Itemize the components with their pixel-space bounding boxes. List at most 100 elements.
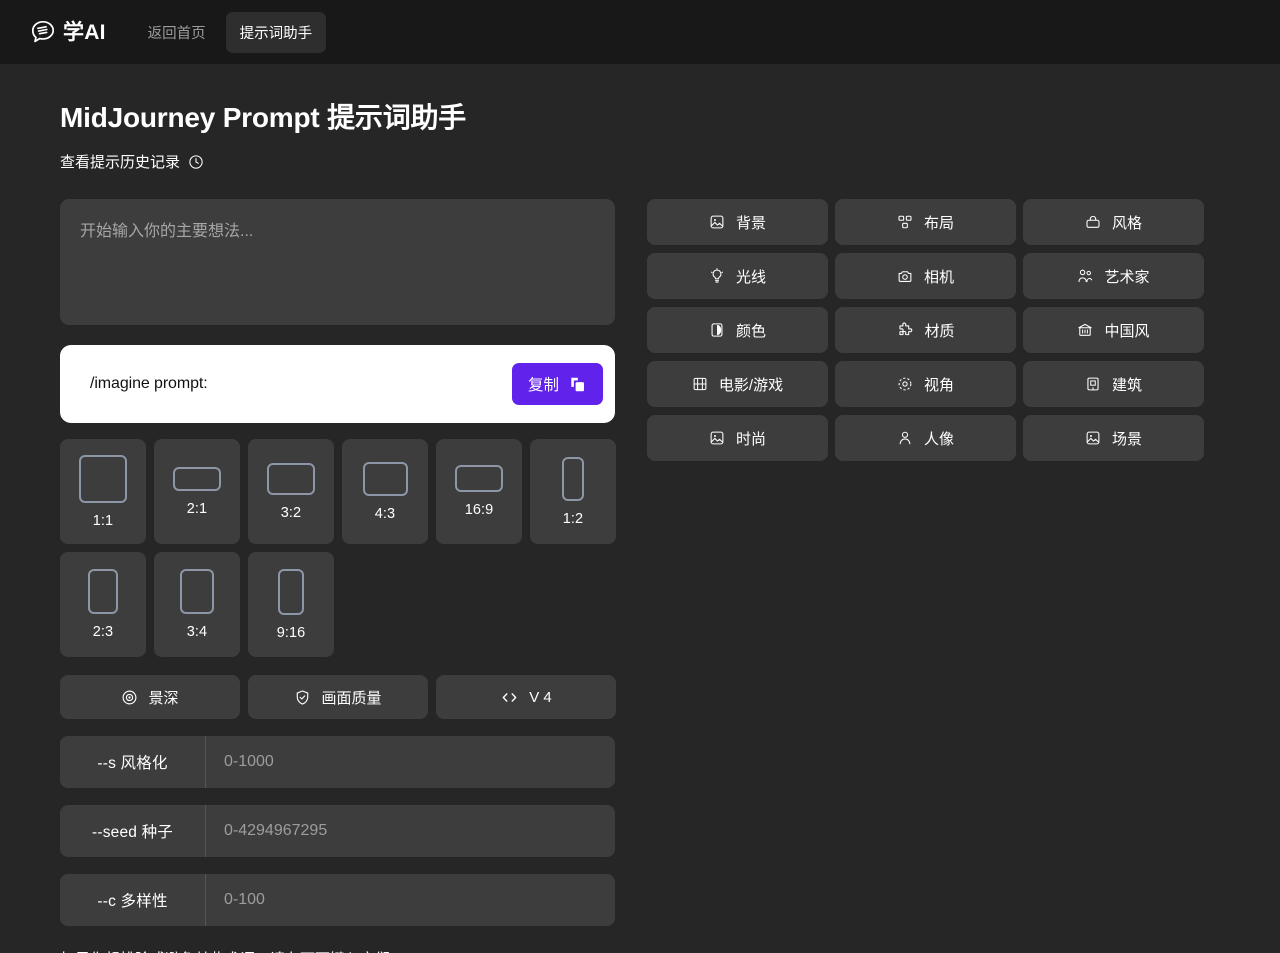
category-scene-button[interactable]: 场景 [1023,415,1204,461]
users-icon [1077,268,1093,284]
category-label: 艺术家 [1104,268,1150,286]
brand-logo-group[interactable]: 学AI [30,19,106,45]
ratio-label: 9:16 [276,624,306,641]
xueai-logo-icon [30,19,56,45]
ratio-label: 1:1 [92,512,114,529]
category-grid: 背景 布局 风格 光线 相机 艺术家 颜色 材质 中国风 电影/游戏 视角 建筑… [647,199,1204,461]
category-film-game-button[interactable]: 电影/游戏 [647,361,828,407]
bag-icon [1085,214,1101,230]
film-icon [692,376,708,392]
category-label: 材质 [924,322,955,340]
category-portrait-button[interactable]: 人像 [835,415,1016,461]
top-navbar: 学AI 返回首页 提示词助手 [0,0,1280,64]
option-label: V 4 [529,688,552,706]
category-label: 人像 [923,430,954,448]
category-texture-button[interactable]: 材质 [835,307,1016,353]
copy-icon [568,375,587,394]
param-input-chaos[interactable] [206,874,615,926]
ratio-option-1-1[interactable]: 1:1 [60,439,146,544]
ratio-option-2-1[interactable]: 2:1 [154,439,240,544]
image-icon [709,430,725,446]
ratio-label: 2:3 [92,624,114,640]
image-icon [1085,430,1101,446]
category-fashion-button[interactable]: 时尚 [647,415,828,461]
category-color-button[interactable]: 颜色 [647,307,828,353]
ratio-option-9-16[interactable]: 9:16 [248,552,334,657]
bank-icon [1077,322,1093,338]
category-lighting-button[interactable]: 光线 [647,253,828,299]
option-depth-of-field-button[interactable]: 景深 [60,675,240,719]
prompt-output-bar: /imagine prompt: 复制 [60,345,615,423]
prompt-prefix-text: /imagine prompt: [90,375,208,392]
param-label: --s 风格化 [60,736,206,788]
layout-icon [897,214,913,230]
code-icon [500,688,519,707]
category-background-button[interactable]: 背景 [647,199,828,245]
ratio-label: 4:3 [374,505,396,522]
param-field-seed: --seed 种子 [60,805,615,857]
category-label: 相机 [923,268,954,286]
ratio-option-4-3[interactable]: 4:3 [342,439,428,544]
left-column: /imagine prompt: 复制 1:1 [60,199,616,953]
ratio-option-3-4[interactable]: 3:4 [154,552,240,657]
clock-icon [188,154,204,170]
category-layout-button[interactable]: 布局 [835,199,1016,245]
page-title: MidJourney Prompt 提示词助手 [60,102,467,133]
option-quality-button[interactable]: 画面质量 [248,675,428,719]
category-label: 布局 [923,214,954,232]
param-field-chaos: --c 多样性 [60,874,615,926]
brand-name: 学AI [63,20,106,44]
nav-link-home[interactable]: 返回首页 [134,12,220,53]
bulb-icon [709,268,725,284]
ratio-option-3-2[interactable]: 3:2 [248,439,334,544]
history-label: 查看提示历史记录 [60,154,181,171]
category-artist-button[interactable]: 艺术家 [1023,253,1204,299]
category-architecture-button[interactable]: 建筑 [1023,361,1204,407]
category-camera-button[interactable]: 相机 [835,253,1016,299]
category-label: 风格 [1111,214,1142,232]
category-label: 光线 [735,268,766,286]
param-input-seed[interactable] [206,805,615,857]
aperture-icon [121,689,138,706]
category-label: 颜色 [735,322,766,340]
category-style-button[interactable]: 风格 [1023,199,1204,245]
category-label: 中国风 [1104,322,1150,340]
ratio-label: 3:2 [280,504,302,521]
image-icon [709,214,725,230]
nav-links: 返回首页 提示词助手 [134,11,327,53]
ratio-option-16-9[interactable]: 16:9 [436,439,522,544]
copy-button-label: 复制 [527,377,559,394]
category-label: 视角 [923,376,954,394]
category-label: 背景 [735,214,766,232]
param-label: --seed 种子 [60,805,206,857]
option-buttons-row: 景深 画面质量 V 4 [60,675,616,719]
aspect-ratio-grid: 1:1 2:1 3:2 4:3 16:9 1:2 2:3 3:4 9:16 [60,439,616,657]
nav-link-prompt-helper[interactable]: 提示词助手 [225,11,327,53]
category-label: 场景 [1111,430,1142,448]
ratio-label: 3:4 [186,624,208,640]
category-label: 电影/游戏 [718,376,784,394]
ratio-option-1-2[interactable]: 1:2 [530,439,616,544]
param-field-stylize: --s 风格化 [60,736,615,788]
param-label: --c 多样性 [60,874,206,926]
ratio-option-2-3[interactable]: 2:3 [60,552,146,657]
building-icon [1085,376,1101,392]
exclude-terms-note: 如果你想排除或避免某些术语，请在下面键入它们: [60,948,615,953]
category-perspective-button[interactable]: 视角 [835,361,1016,407]
param-input-stylize[interactable] [206,736,615,788]
puzzle-icon [896,322,913,339]
main-idea-input[interactable] [60,199,615,325]
category-chinese-style-button[interactable]: 中国风 [1023,307,1204,353]
camera-icon [897,268,913,284]
ratio-label: 1:2 [562,510,584,527]
option-label: 景深 [148,689,179,707]
shield-check-icon [294,689,311,706]
category-label: 建筑 [1111,376,1142,394]
ratio-label: 2:1 [186,500,208,517]
view-history-link[interactable]: 查看提示历史记录 [60,151,204,172]
main-columns: /imagine prompt: 复制 1:1 [60,199,1220,953]
right-column: 背景 布局 风格 光线 相机 艺术家 颜色 材质 中国风 电影/游戏 视角 建筑… [647,199,1204,461]
copy-button[interactable]: 复制 [511,363,603,405]
ratio-label: 16:9 [464,502,494,518]
option-version-button[interactable]: V 4 [436,675,616,719]
